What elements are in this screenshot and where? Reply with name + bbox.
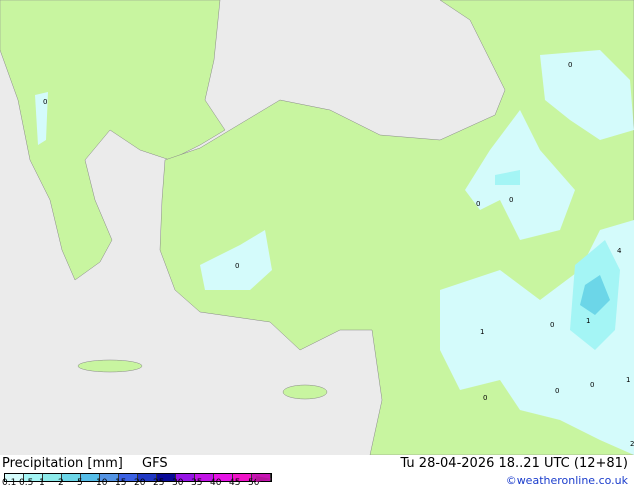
svg-text:0: 0 xyxy=(590,381,594,389)
scale-label: 2 xyxy=(58,478,64,488)
legend-footer: Precipitation [mm] GFS Tu 28-04-2026 18.… xyxy=(0,455,634,490)
svg-text:1: 1 xyxy=(480,328,484,336)
scale-label: 0.1 xyxy=(2,478,17,488)
scale-label: 45 xyxy=(229,478,241,488)
scale-arrow xyxy=(256,476,272,482)
scale-label: 20 xyxy=(134,478,146,488)
credit-link[interactable]: ©weatheronline.co.uk xyxy=(506,474,628,487)
svg-text:0: 0 xyxy=(555,387,559,395)
scale-label: 35 xyxy=(191,478,203,488)
svg-text:0: 0 xyxy=(43,98,47,106)
svg-text:1: 1 xyxy=(626,376,630,384)
scale-label: 25 xyxy=(153,478,165,488)
scale-label: 0.5 xyxy=(19,478,34,488)
svg-text:0: 0 xyxy=(235,262,239,270)
crete xyxy=(77,359,143,373)
svg-text:0: 0 xyxy=(509,196,513,204)
svg-text:0: 0 xyxy=(476,200,480,208)
valid-time: Tu 28-04-2026 18..21 UTC (12+81) xyxy=(400,456,628,471)
scale-label: 10 xyxy=(96,478,108,488)
svg-text:4: 4 xyxy=(617,247,622,255)
scale-label: 5 xyxy=(77,478,83,488)
svg-text:1: 1 xyxy=(586,317,590,325)
svg-text:2: 2 xyxy=(630,440,634,448)
svg-text:0: 0 xyxy=(483,394,487,402)
scale-label: 30 xyxy=(172,478,184,488)
map-title: Precipitation [mm] xyxy=(2,456,123,471)
model-name: GFS xyxy=(142,456,168,471)
svg-text:0: 0 xyxy=(568,61,572,69)
scale-label: 40 xyxy=(210,478,222,488)
svg-text:0: 0 xyxy=(550,321,554,329)
scale-label: 15 xyxy=(115,478,127,488)
scale-label: 1 xyxy=(39,478,45,488)
precipitation-map: 0 0 0 0 0 0 0 0 0 1 1 1 4 2 xyxy=(0,0,634,455)
cyprus xyxy=(282,384,328,400)
